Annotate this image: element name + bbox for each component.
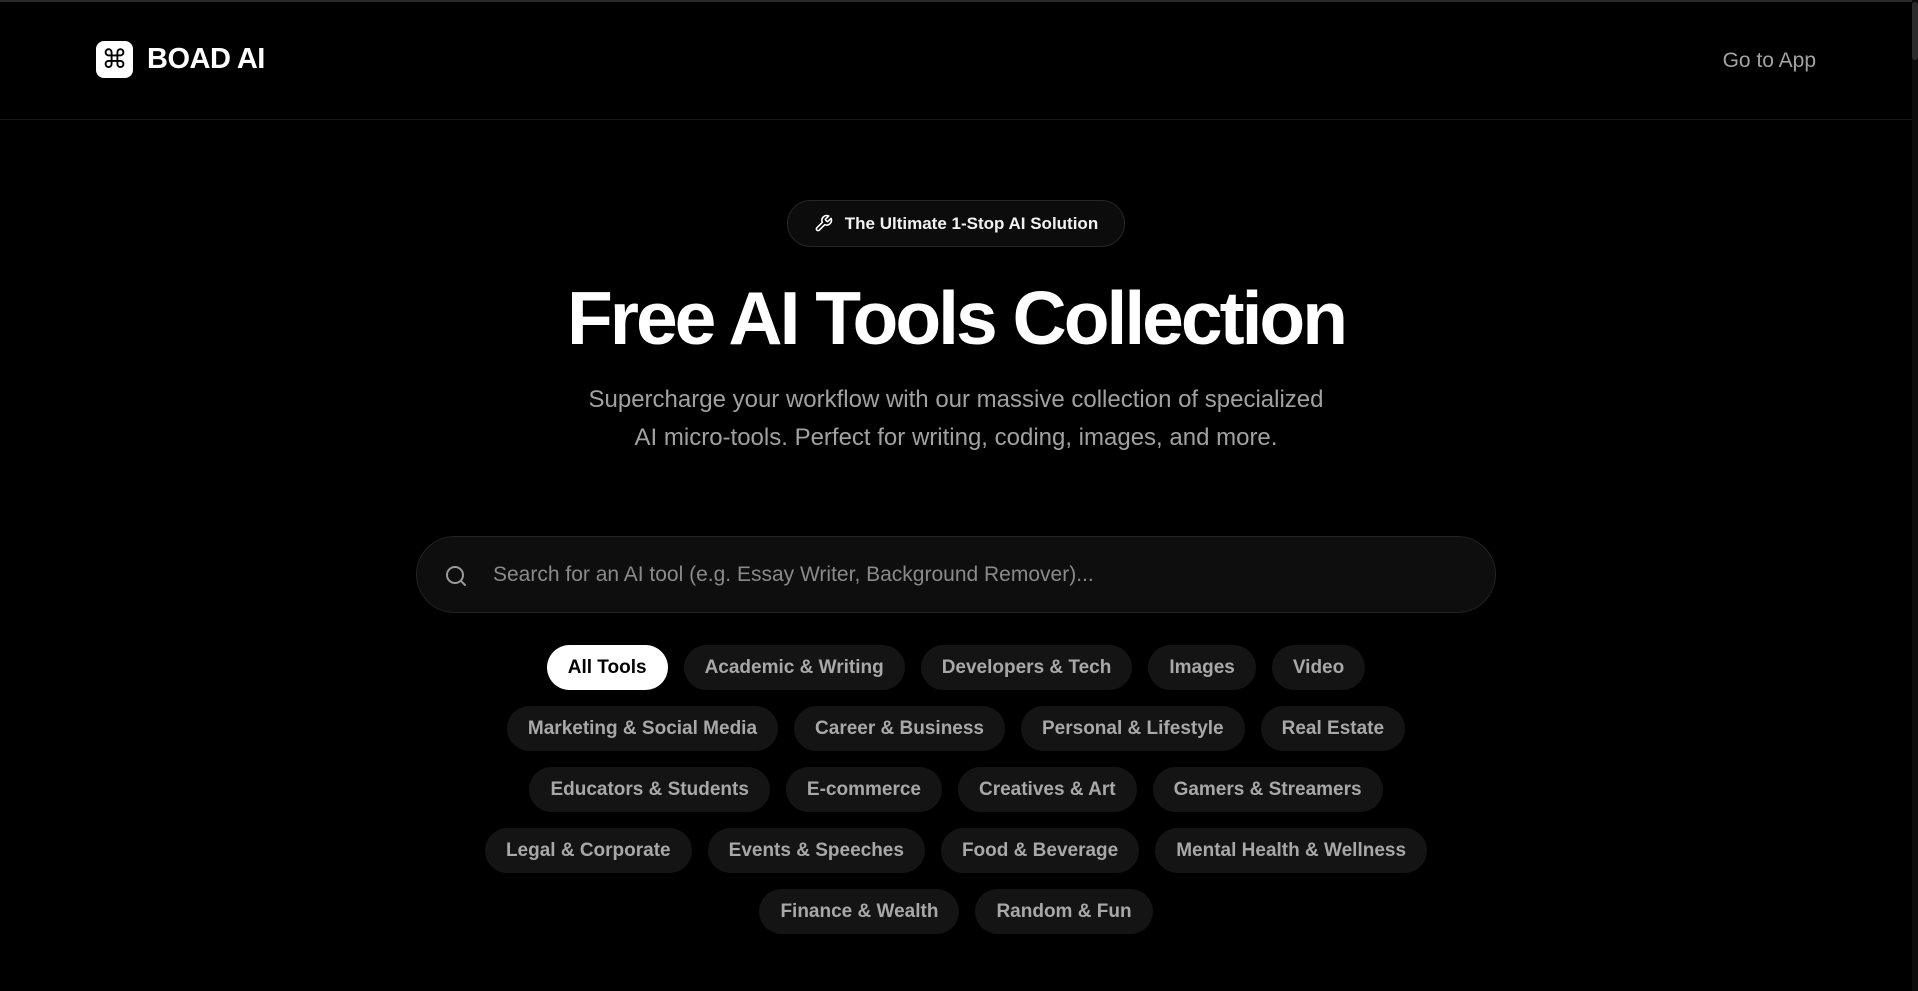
hero-subtitle-line-1: Supercharge your workflow with our massi… [588,386,1324,413]
category-chip-career-and-business[interactable]: Career & Business [794,706,1005,751]
category-chip-food-and-beverage[interactable]: Food & Beverage [940,828,1140,873]
category-chip-real-estate[interactable]: Real Estate [1260,706,1406,751]
search-input[interactable] [493,537,1473,612]
category-chip-marketing-and-social-media[interactable]: Marketing & Social Media [506,706,779,751]
site-header: ⌘ BOAD AI Go to App [0,2,1912,120]
page-title: Free AI Tools Collection [566,276,1348,360]
category-chip-e-commerce[interactable]: E-commerce [785,767,942,812]
hero-subtitle-line-2: AI micro-tools. Perfect for writing, cod… [634,424,1278,451]
category-row: Educators & Students E-commerce Creatives … [529,767,1383,812]
command-icon: ⌘ [96,41,133,78]
category-row: All Tools Academic & Writing Developers & … [546,645,1366,690]
category-row: Marketing & Social Media Career & Busines… [506,706,1406,751]
category-chip-mental-health-and-wellness[interactable]: Mental Health & Wellness [1155,828,1428,873]
category-chip-legal-and-corporate[interactable]: Legal & Corporate [484,828,692,873]
category-row: Legal & Corporate Events & Speeches Food &… [484,828,1428,873]
category-chip-video[interactable]: Video [1271,645,1366,690]
category-chip-personal-and-lifestyle[interactable]: Personal & Lifestyle [1021,706,1245,751]
go-to-app-link[interactable]: Go to App [1723,49,1816,73]
brand-link[interactable]: ⌘ BOAD AI [96,41,265,78]
category-chip-all-tools[interactable]: All Tools [546,645,668,690]
search-bar[interactable] [416,536,1496,613]
hero-badge: The Ultimate 1-Stop AI Solution [787,200,1125,247]
scrollbar-thumb[interactable] [1912,2,1918,60]
hero-subtitle: Supercharge your workflow with our massi… [506,381,1406,457]
category-chip-finance-and-wealth[interactable]: Finance & Wealth [759,889,960,934]
category-chip-gamers-and-streamers[interactable]: Gamers & Streamers [1152,767,1383,812]
category-chip-educators-and-students[interactable]: Educators & Students [529,767,770,812]
category-chip-events-and-speeches[interactable]: Events & Speeches [707,828,925,873]
category-chip-developers-and-tech[interactable]: Developers & Tech [920,645,1133,690]
category-chip-academic-and-writing[interactable]: Academic & Writing [683,645,905,690]
category-row: Finance & Wealth Random & Fun [759,889,1153,934]
category-chip-images[interactable]: Images [1148,645,1256,690]
brand-name: BOAD AI [147,43,265,75]
category-chip-random-and-fun[interactable]: Random & Fun [975,889,1153,934]
wrench-icon [815,214,832,232]
category-chip-creatives-and-art[interactable]: Creatives & Art [957,767,1137,812]
search-icon [446,566,466,586]
hero-badge-label: The Ultimate 1-Stop AI Solution [844,213,1099,233]
category-filters: All Tools Academic & Writing Developers & … [456,645,1456,934]
scrollbar[interactable] [1912,0,1918,991]
